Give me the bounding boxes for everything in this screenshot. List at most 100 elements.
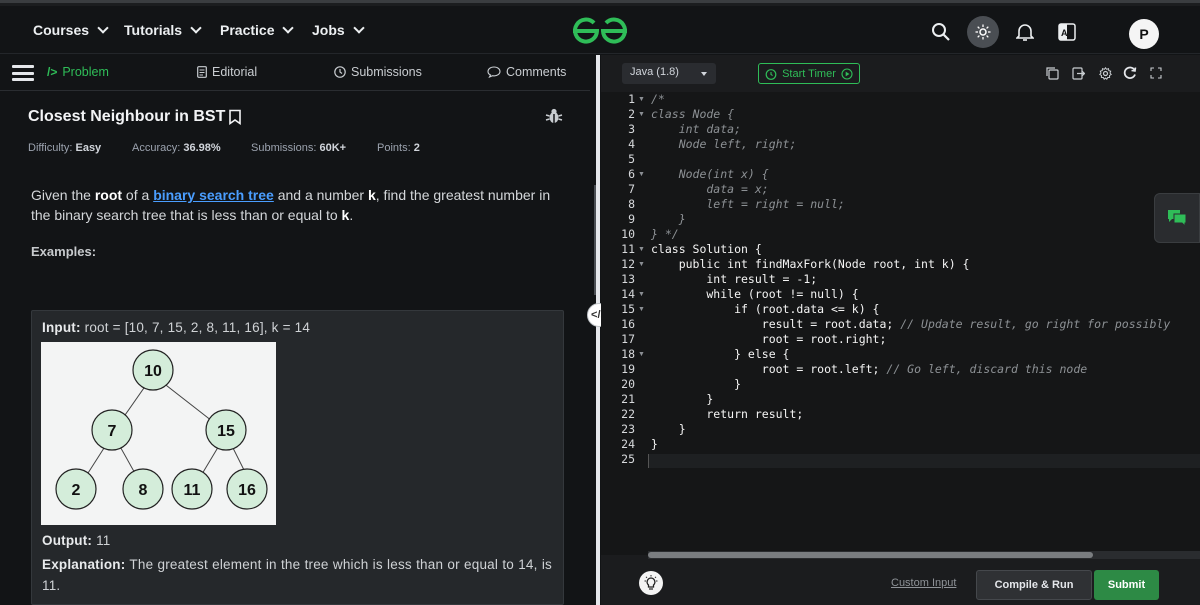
submit-button[interactable]: Submit [1094, 570, 1159, 600]
tree-label-15: 15 [217, 423, 235, 440]
fullscreen-icon[interactable] [1148, 65, 1164, 81]
code-editor[interactable]: 1 2 3 4 5 6 7 8 9 10 11 12 13 14 15 16 1… [601, 92, 1200, 555]
settings-icon[interactable] [1097, 65, 1113, 81]
code-line: if (root.data <= k) { [651, 302, 880, 316]
line-number: 18 [621, 347, 635, 361]
scrollbar-thumb[interactable] [648, 552, 1093, 558]
line-number: 14 [621, 287, 635, 301]
desc-root: root [94, 187, 123, 203]
code-text: root = root.left; [651, 362, 887, 376]
fold-arrow-icon[interactable]: ▼ [638, 347, 645, 362]
fold-arrow-icon[interactable]: ▼ [638, 257, 645, 272]
chevron-down-icon [190, 22, 202, 34]
tab-problem[interactable]: /> Problem [47, 65, 109, 79]
bst-link[interactable]: binary search tree [153, 187, 274, 203]
problem-title-text: Closest Neighbour in BST [28, 108, 226, 125]
line-number: 15 [621, 302, 635, 316]
horizontal-scrollbar[interactable] [648, 551, 1200, 559]
nav-practice[interactable]: Practice [220, 22, 295, 38]
output-label: Output: [42, 533, 93, 548]
accuracy-meta: Accuracy: 36.98% [132, 142, 221, 154]
document-icon [197, 66, 207, 78]
code-line: } [651, 392, 714, 406]
menu-icon[interactable] [12, 65, 34, 81]
play-icon [841, 67, 853, 80]
example-output: Output: 11 [42, 533, 111, 548]
copy-icon[interactable] [1044, 65, 1060, 81]
tree-label-2: 2 [72, 482, 81, 499]
custom-input-link[interactable]: Custom Input [891, 577, 956, 589]
difficulty-meta: Difficulty: Easy [28, 142, 101, 154]
points-label: Points: [377, 142, 411, 154]
fold-arrow-icon[interactable]: ▼ [638, 167, 645, 182]
fold-arrow-icon[interactable]: ▼ [638, 287, 645, 302]
theme-toggle-icon[interactable] [967, 16, 999, 48]
tab-comments-label: Comments [506, 65, 567, 79]
points-meta: Points: 2 [377, 142, 420, 154]
code-line: class Node { [651, 107, 735, 121]
code-line: root = root.left; // Go left, discard th… [651, 362, 1087, 377]
input-label: Input: [42, 320, 81, 335]
chevron-down-icon [282, 22, 295, 34]
fold-arrow-icon[interactable]: ▼ [638, 302, 645, 317]
panel-divider[interactable] [596, 55, 600, 605]
page-title: Closest Neighbour in BST [28, 108, 242, 126]
nav-jobs[interactable]: Jobs [312, 22, 365, 38]
fold-arrow-icon[interactable]: ▼ [638, 242, 645, 257]
gfg-logo[interactable] [570, 16, 630, 46]
bookmark-icon[interactable] [228, 109, 242, 125]
import-icon[interactable] [1070, 65, 1086, 81]
chevron-down-icon [353, 22, 365, 34]
code-comment: // Go left, discard this node [886, 362, 1088, 376]
tree-label-11: 11 [184, 482, 201, 499]
language-select[interactable]: Java (1.8) [622, 63, 716, 84]
line-number: 12 [621, 257, 635, 271]
top-nav: Courses Tutorials Practice Jobs A P [0, 6, 1200, 54]
chat-icon[interactable] [1154, 193, 1200, 243]
problem-panel: /> Problem Editorial Submissions Comment… [0, 55, 596, 605]
code-line: int result = -1; [651, 272, 818, 286]
timer-label: Start Timer [782, 67, 836, 80]
avatar[interactable]: P [1129, 19, 1159, 49]
example-explanation: Explanation: The greatest element in the… [42, 554, 552, 596]
compile-run-button[interactable]: Compile & Run [976, 570, 1092, 600]
tab-submissions[interactable]: Submissions [334, 65, 422, 79]
line-number: 1 [628, 92, 635, 106]
line-number: 8 [628, 197, 635, 211]
code-text: result = root.data; [651, 317, 901, 331]
bell-icon[interactable] [1009, 16, 1041, 48]
nav-tutorials[interactable]: Tutorials [124, 22, 202, 38]
points-value: 2 [413, 142, 420, 154]
translate-icon[interactable]: A [1051, 16, 1083, 48]
desc-text-3: and a number [273, 187, 368, 203]
nav-tutorials-label: Tutorials [124, 22, 183, 38]
lightbulb-icon[interactable] [639, 571, 663, 595]
problem-tabs: /> Problem Editorial Submissions Comment… [0, 55, 590, 91]
bug-report-icon[interactable] [545, 107, 563, 125]
line-number: 21 [621, 392, 635, 406]
reset-icon[interactable] [1122, 65, 1138, 81]
tab-editorial[interactable]: Editorial [197, 65, 257, 79]
submissions-value: 60K+ [319, 142, 347, 154]
tab-comments[interactable]: Comments [487, 65, 566, 79]
line-number: 23 [621, 422, 635, 436]
code-icon: /> [47, 65, 58, 79]
start-timer-button[interactable]: Start Timer [758, 63, 860, 84]
desc-text-2: of a [122, 187, 154, 203]
line-number: 16 [621, 317, 635, 331]
line-number: 7 [628, 182, 635, 196]
translate-icon-text: A [1061, 28, 1068, 38]
code-line: int data; [651, 122, 742, 136]
fold-arrow-icon[interactable]: ▼ [638, 107, 645, 122]
line-number: 9 [628, 212, 635, 226]
tree-label-16: 16 [238, 482, 256, 499]
nav-courses[interactable]: Courses [33, 22, 109, 38]
line-number: 20 [621, 377, 635, 391]
fold-arrow-icon[interactable]: ▼ [638, 92, 645, 107]
search-icon[interactable] [925, 16, 957, 48]
tree-label-7: 7 [108, 423, 117, 440]
line-number: 4 [628, 137, 635, 151]
code-line: data = x; [651, 182, 769, 196]
desc-text-1: Given the [31, 187, 95, 203]
code-line: left = right = null; [651, 197, 845, 211]
